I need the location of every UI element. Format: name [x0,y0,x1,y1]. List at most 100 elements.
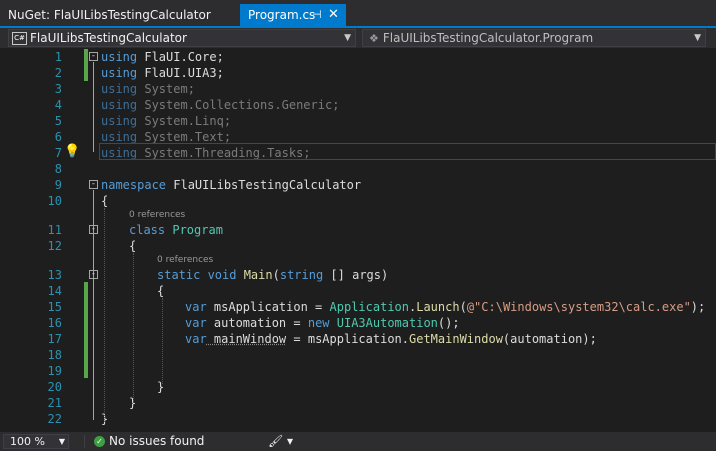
change-indicator [84,49,88,81]
code-line[interactable]: class Program [129,222,223,238]
line-number: 4 [54,98,62,112]
code-line[interactable]: using FlaUI.UIA3; [101,65,224,81]
chevron-down-icon: ▼ [694,33,701,43]
line-number: 6 [54,130,62,144]
line-number: 7 [54,146,62,160]
code-token: UIA3Automation [329,316,438,330]
line-number: 9 [54,178,62,192]
collapse-toggle[interactable]: - [89,225,98,234]
code-line[interactable]: using System; [101,81,195,97]
line-number: 12 [47,239,62,253]
type-scope-dropdown[interactable]: ❖ FlaUILibsTestingCalculator.Program ▼ [362,29,706,47]
line-number: 16 [47,316,62,330]
code-token: using [101,50,138,64]
code-line[interactable]: namespace FlaUILibsTestingCalculator [101,177,361,193]
tab-nuget-label: NuGet: FlaUILibsTestingCalculator [8,8,211,22]
line-number: 14 [47,284,62,298]
code-token: using [101,130,138,144]
line-number: 19 [47,364,62,378]
zoom-dropdown[interactable]: 100 % ▼ [3,434,69,449]
close-icon[interactable]: ✕ [328,4,339,26]
code-token: Application [329,300,409,314]
change-indicator [84,282,88,378]
code-token: FlaUI.Core; [137,50,224,64]
code-line[interactable]: static void Main(string [] args) [157,267,388,283]
code-lens-references[interactable]: 0 references [157,254,213,266]
code-line[interactable]: using System.Collections.Generic; [101,97,339,113]
code-line[interactable]: var msApplication = Application.Launch(@… [185,299,705,315]
indent-guide [162,298,163,384]
line-number: 13 [47,268,62,282]
code-token: msApplication = [206,300,330,314]
pin-icon[interactable]: ⊣ [312,4,322,26]
outline-line [93,62,94,152]
code-token: ( [272,268,280,282]
line-number: 2 [54,66,62,80]
code-token: namespace [101,178,167,192]
code-cleanup-brush-icon[interactable]: 🖌 ▾ [268,432,293,451]
code-token: using [101,66,138,80]
code-token: System.Linq; [137,114,232,128]
code-line[interactable]: } [157,379,164,395]
line-number: 11 [47,223,62,237]
code-token: FlaUILibsTestingCalculator [166,178,362,192]
code-token: new [307,316,330,330]
indent-guide [104,208,105,422]
code-line[interactable]: { [129,238,136,254]
code-token: var [185,300,207,314]
code-token: } [157,380,165,394]
line-number: 15 [47,300,62,314]
code-token: (); [437,316,460,330]
status-separator [84,435,85,448]
code-token: ); [690,300,706,314]
line-number: 20 [47,380,62,394]
code-token: Main [236,268,273,282]
code-token: ( [459,300,467,314]
code-token: Launch [416,300,460,314]
code-token: System.Text; [137,130,232,144]
document-tab-strip: NuGet: FlaUILibsTestingCalculator Progra… [0,0,716,26]
check-circle-icon: ✓ [94,436,105,447]
code-token: using [101,98,138,112]
line-number: 3 [54,82,62,96]
issues-indicator[interactable]: ✓ No issues found [94,432,204,451]
code-token: automation = [206,316,308,330]
project-dropdown[interactable]: C# FlaUILibsTestingCalculator ▼ [8,29,356,47]
code-token: [] args) [323,268,389,282]
tab-nuget[interactable]: NuGet: FlaUILibsTestingCalculator [0,4,236,26]
code-editor[interactable]: 1 2 3 4 5 6 7 8 9 10 11 12 13 14 15 16 17 18 19 20 21 22 usin… [0,48,716,432]
code-line[interactable]: { [101,193,108,209]
collapse-toggle[interactable]: - [89,180,98,189]
issues-text: No issues found [109,434,205,448]
code-token: using [101,114,138,128]
tab-program-cs[interactable]: Program.cs ⊣ ✕ [240,4,346,26]
code-token: mainWindow [206,332,287,346]
collapse-toggle[interactable]: - [89,52,98,61]
code-token: @"C:\Windows\system32\calc.exe" [466,300,691,314]
line-number: 5 [54,114,62,128]
code-token: (automation); [502,332,597,346]
code-line[interactable]: using System.Linq; [101,113,231,129]
code-line[interactable]: var automation = new UIA3Automation(); [185,315,460,331]
code-token: var [185,316,207,330]
code-token: string [279,268,324,282]
code-lens-references[interactable]: 0 references [129,209,185,221]
code-token: GetMainWindow [409,332,503,346]
code-token: { [129,239,137,253]
code-token: { [157,284,165,298]
code-token: System; [137,82,195,96]
collapse-toggle[interactable]: - [89,270,98,279]
code-token: { [101,194,109,208]
chevron-down-icon: ▼ [58,437,65,446]
code-token: = msApplication. [286,332,409,346]
line-number: 21 [47,396,62,410]
code-token: class [129,223,166,237]
current-line-highlight [99,143,716,160]
lightbulb-icon[interactable]: 💡 [64,144,80,160]
line-number: 1 [54,50,62,64]
code-line[interactable]: { [157,283,164,299]
code-token: System.Collections.Generic; [137,98,340,112]
project-name: FlaUILibsTestingCalculator [30,31,187,45]
code-line[interactable]: var mainWindow = msApplication.GetMainWi… [185,331,597,347]
code-line[interactable]: using FlaUI.Core; [101,49,224,65]
